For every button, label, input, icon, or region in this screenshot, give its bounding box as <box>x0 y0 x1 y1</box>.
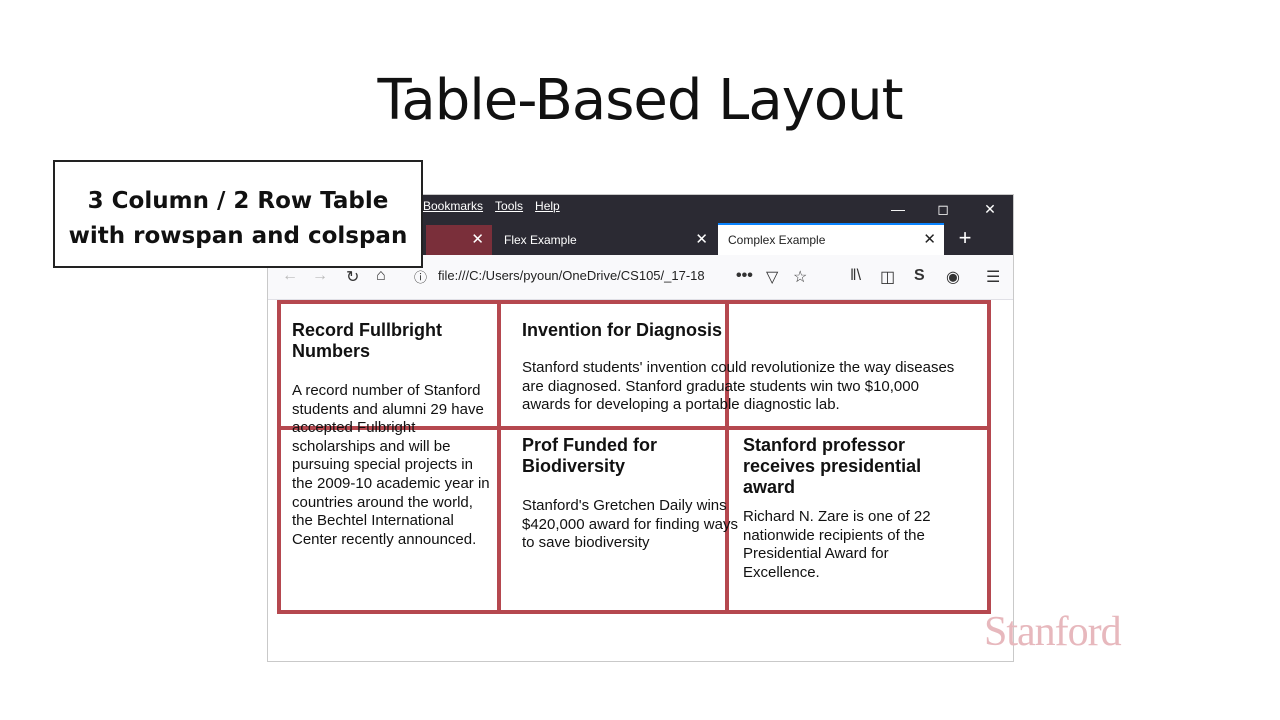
close-icon[interactable]: ✕ <box>970 197 1010 221</box>
tab-flex-example[interactable]: Flex Example ✕ <box>494 225 716 255</box>
maximize-icon[interactable]: ◻ <box>923 197 963 221</box>
slide-title: Table-Based Layout <box>377 68 903 133</box>
minimize-icon[interactable]: — <box>878 197 918 221</box>
page-content: Record Fullbright Numbers A record numbe… <box>268 300 1013 661</box>
extension-s-icon[interactable]: S <box>914 267 925 285</box>
cell-body: Stanford students' invention could revol… <box>522 359 955 414</box>
tab-first[interactable]: ✕ <box>426 225 492 255</box>
cell-biodiversity: Prof Funded for Biodiversity Stanford's … <box>522 435 742 553</box>
reload-icon[interactable]: ↻ <box>346 267 359 287</box>
tab-complex-example[interactable]: Complex Example ✕ <box>718 223 944 255</box>
table-border-left <box>277 300 281 614</box>
table-border-right <box>987 300 991 614</box>
menu-bookmarks[interactable]: Bookmarks <box>423 199 483 213</box>
pocket-icon[interactable]: ▽ <box>766 267 778 287</box>
column-divider-1 <box>497 300 501 614</box>
bookmark-star-icon[interactable]: ☆ <box>793 267 807 287</box>
cell-title: Invention for Diagnosis <box>522 320 723 340</box>
callout-line-2: with rowspan and colspan <box>68 223 408 249</box>
info-icon[interactable]: ⓘ <box>414 267 427 286</box>
more-icon[interactable]: ••• <box>736 267 753 285</box>
cell-title: Record Fullbright Numbers <box>292 320 442 361</box>
cell-title: Stanford professor receives presidential… <box>743 435 922 497</box>
stanford-watermark: Stanford <box>984 609 1122 655</box>
cell-body: Richard N. Zare is one of 22 nationwide … <box>743 508 931 581</box>
table-border-bottom <box>277 610 991 614</box>
cell-fullbright: Record Fullbright Numbers A record numbe… <box>292 320 497 549</box>
library-icon[interactable]: ‖\ <box>850 267 861 285</box>
tab-close-icon[interactable]: ✕ <box>471 225 484 255</box>
back-icon[interactable]: ← <box>282 267 298 285</box>
new-tab-icon[interactable]: + <box>950 223 980 255</box>
tab-close-icon[interactable]: ✕ <box>695 225 708 255</box>
callout-line-1: 3 Column / 2 Row Table <box>87 188 389 214</box>
account-icon[interactable]: ◉ <box>946 267 960 287</box>
menu-tools[interactable]: Tools <box>495 199 523 213</box>
menu-help[interactable]: Help <box>535 199 560 213</box>
sidebar-icon[interactable]: ◫ <box>880 267 895 287</box>
menu-icon[interactable]: ☰ <box>986 267 1000 287</box>
cell-body: A record number of Stanford students and… <box>292 382 490 548</box>
url-field[interactable]: file:///C:/Users/pyoun/OneDrive/CS105/_1… <box>438 268 705 283</box>
home-icon[interactable]: ⌂ <box>376 267 386 285</box>
tab-label: Complex Example <box>728 233 826 247</box>
cell-body: Stanford's Gretchen Daily wins $420,000 … <box>522 497 738 552</box>
forward-icon[interactable]: → <box>312 267 328 285</box>
tab-label: Flex Example <box>504 233 577 247</box>
callout-box: 3 Column / 2 Row Table with rowspan and … <box>53 160 423 268</box>
cell-title: Prof Funded for Biodiversity <box>522 435 657 476</box>
table-border-top <box>277 300 991 304</box>
cell-invention: Invention for Diagnosis Stanford student… <box>522 320 962 415</box>
cell-award: Stanford professor receives presidential… <box>743 435 965 582</box>
tab-close-icon[interactable]: ✕ <box>923 225 936 255</box>
